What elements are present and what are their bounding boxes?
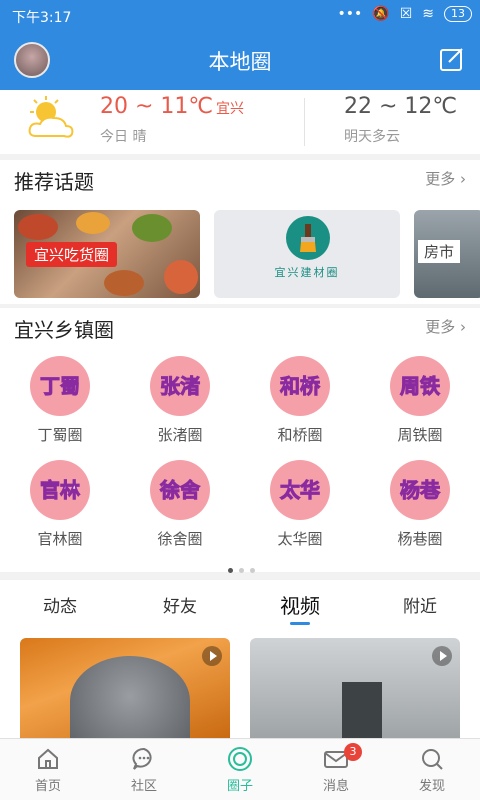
nav-label: 社区 [130,779,157,794]
active-tab-indicator [290,622,310,625]
town-item[interactable]: 徐舍 徐舍圈 [120,460,240,549]
town-item[interactable]: 和桥 和桥圈 [240,356,360,445]
mute-icon: 🔕 [372,6,390,22]
status-time: 下午3:17 [12,10,72,26]
tab-friends[interactable]: 好友 [120,592,240,617]
video-card[interactable] [20,638,230,738]
town-label: 徐舍圈 [157,530,203,548]
search-icon [422,749,443,770]
topic-building-label: 宜兴建材圈 [274,266,340,279]
tab-video[interactable]: 视频 [240,590,360,619]
town-badge: 丁蜀 [30,356,90,416]
food-plate [132,214,172,242]
tomorrow-weather-label: 明天多云 [344,129,400,145]
towns-more-link[interactable]: 更多 › [425,316,466,337]
wifi-icon: ≋ [422,6,434,22]
town-badge: 徐舍 [150,460,210,520]
page-dot [239,568,244,573]
sunny-cloud-icon [28,96,74,138]
sim-icon: ☒ [399,6,413,22]
page-dot [228,568,233,573]
unread-badge: 3 [344,743,362,761]
video-card[interactable] [250,638,460,738]
topic-card-house[interactable]: 房市 [414,210,480,298]
town-circles-section: 宜兴乡镇圈 更多 › 丁蜀 丁蜀圈 张渚 张渚圈 和桥 和桥圈 周铁 周铁圈 官… [0,308,480,573]
town-item[interactable]: 太华 太华圈 [240,460,360,549]
town-label: 丁蜀圈 [37,426,83,444]
section-title: 推荐话题 [14,170,94,194]
nav-label: 发现 [418,779,445,794]
recommended-topics-section: 推荐话题 更多 › 宜兴吃货圈 宜兴建材圈 房市 [0,160,480,304]
play-icon[interactable] [432,646,452,666]
nav-label: 首页 [34,779,61,794]
video-feed [0,628,480,738]
topic-card-building[interactable]: 宜兴建材圈 [214,210,400,298]
town-item[interactable]: 官林 官林圈 [0,460,120,549]
topics-more-link[interactable]: 更多 › [425,168,466,189]
status-icons: ••• 🔕 ☒ ≋ 13 [337,6,472,22]
tomorrow-temperature: 22 ~ 12℃ [344,94,458,119]
topic-food-label: 宜兴吃货圈 [26,242,118,267]
town-badge: 张渚 [150,356,210,416]
town-item[interactable]: 周铁 周铁圈 [360,356,480,445]
feed-tabs: 动态 好友 视频 附近 [0,580,480,628]
circle-icon [228,747,252,771]
page-title: 本地圈 [208,50,272,74]
nav-messages[interactable]: 消息 3 [288,743,384,794]
town-badge: 周铁 [390,356,450,416]
battery-icon: 13 [444,6,472,22]
top-bar: 下午3:17 ••• 🔕 ☒ ≋ 13 本地圈 [0,0,480,90]
topic-house-label: 房市 [418,240,461,263]
town-badge: 太华 [270,460,330,520]
tab-nearby[interactable]: 附近 [360,592,480,617]
town-badge: 杨巷 [390,460,450,520]
home-icon [38,748,58,769]
town-label: 太华圈 [277,530,323,548]
nav-label: 消息 [322,779,349,794]
bottom-navigation: 首页 社区 圈子 消息 3 发现 [0,738,480,800]
town-item[interactable]: 丁蜀 丁蜀圈 [0,356,120,445]
page-indicator [228,568,255,573]
town-item[interactable]: 杨巷 杨巷圈 [360,460,480,549]
paintbrush-icon [286,216,330,260]
town-label: 和桥圈 [277,426,323,444]
video-thumbnail-building [342,682,382,738]
nav-circles[interactable]: 圈子 [192,745,288,794]
town-item[interactable]: 张渚 张渚圈 [120,356,240,445]
nav-home[interactable]: 首页 [0,745,96,794]
weather-divider [304,98,305,146]
town-label: 官林圈 [37,530,83,548]
town-label: 周铁圈 [397,426,443,444]
food-plate [18,214,58,240]
food-plate [76,212,110,234]
topic-card-food[interactable]: 宜兴吃货圈 [14,210,200,298]
tab-dynamic[interactable]: 动态 [0,592,120,617]
city-name: 宜兴 [216,101,244,117]
town-badge: 官林 [30,460,90,520]
food-plate [104,270,144,296]
more-dots-icon: ••• [337,6,363,22]
town-badge: 和桥 [270,356,330,416]
nav-discover[interactable]: 发现 [384,745,480,794]
play-icon[interactable] [202,646,222,666]
today-temperature: 20 ~ 11℃ [100,94,214,119]
section-title: 宜兴乡镇圈 [14,318,114,342]
edit-icon[interactable] [438,45,466,73]
weather-panel[interactable]: 20 ~ 11℃ 宜兴 今日 晴 22 ~ 12℃ 明天多云 [0,90,480,154]
today-weather-label: 今日 晴 [100,129,147,145]
food-plate [164,260,198,294]
status-bar: 下午3:17 ••• 🔕 ☒ ≋ 13 [0,0,480,32]
page-dot [250,568,255,573]
nav-community[interactable]: 社区 [96,745,192,794]
nav-label: 圈子 [226,779,253,794]
video-thumbnail-cat [70,656,190,738]
town-label: 杨巷圈 [397,530,443,548]
chat-icon [132,748,152,770]
town-label: 张渚圈 [157,426,203,444]
